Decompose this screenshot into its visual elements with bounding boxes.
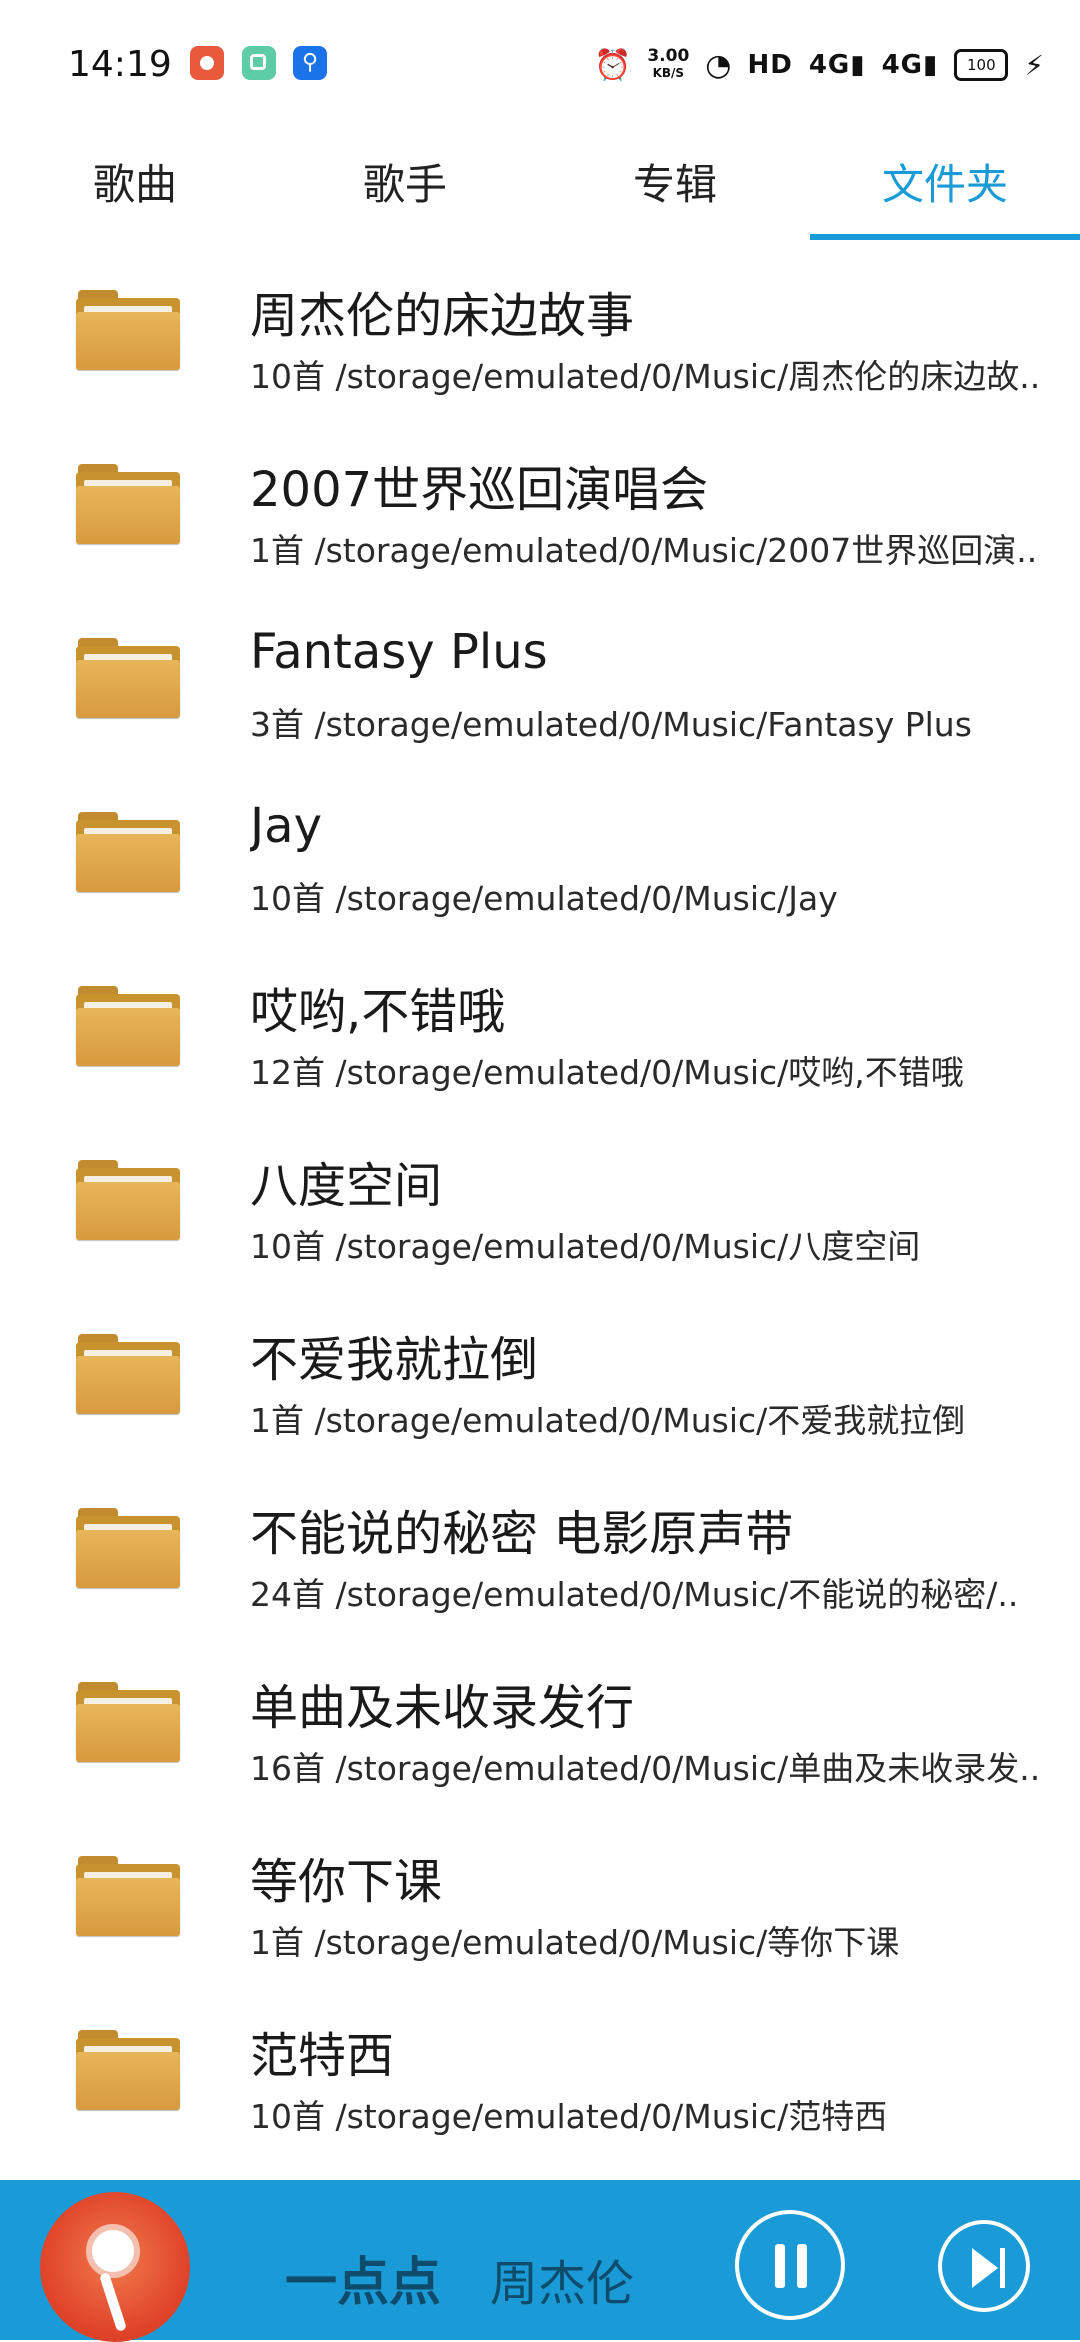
hd-indicator: HD: [747, 50, 793, 80]
folder-row[interactable]: 范特西 10首 /storage/emulated/0/Music/范特西: [0, 1980, 1080, 2154]
tab-bar: 歌曲 歌手 专辑 文件夹: [0, 130, 1080, 240]
folder-info: 1首 /storage/emulated/0/Music/等你下课: [250, 1923, 900, 1962]
folder-name: 八度空间: [250, 1158, 443, 1214]
folder-row[interactable]: 不爱我就拉倒 1首 /storage/emulated/0/Music/不爱我就…: [0, 1284, 1080, 1458]
wifi-icon: ◔: [705, 47, 732, 83]
folder-icon: [76, 638, 180, 718]
folder-icon: [76, 1334, 180, 1414]
folder-row[interactable]: 等你下课 1首 /storage/emulated/0/Music/等你下课: [0, 1806, 1080, 1980]
folder-name: 周杰伦的床边故事: [250, 288, 635, 344]
folder-icon: [76, 464, 180, 544]
clone-app-icon: [242, 46, 276, 80]
folder-name: 2007世界巡回演唱会: [250, 462, 709, 518]
folder-info: 1首 /storage/emulated/0/Music/不爱我就拉倒: [250, 1401, 966, 1440]
folder-info: 16首 /storage/emulated/0/Music/单曲及未收录发..: [250, 1749, 1041, 1788]
folder-row[interactable]: 哎哟,不错哦 12首 /storage/emulated/0/Music/哎哟,…: [0, 936, 1080, 1110]
folder-icon: [76, 1160, 180, 1240]
folder-name: 单曲及未收录发行: [250, 1680, 635, 1736]
mini-player[interactable]: 一点点 周杰伦: [0, 2180, 1080, 2342]
folder-name: Jay: [250, 798, 322, 854]
folder-row[interactable]: 2007世界巡回演唱会 1首 /storage/emulated/0/Music…: [0, 414, 1080, 588]
folder-info: 10首 /storage/emulated/0/Music/周杰伦的床边故..: [250, 357, 1041, 396]
tab-albums[interactable]: 专辑: [540, 150, 810, 230]
status-time: 14:19: [68, 44, 172, 85]
usb-icon: ⚲: [293, 46, 327, 80]
folder-name: 哎哟,不错哦: [250, 984, 506, 1040]
folder-icon: [76, 2030, 180, 2110]
tab-artists[interactable]: 歌手: [270, 150, 540, 230]
network-speed: 3.00 KB/S: [647, 46, 690, 81]
folder-row[interactable]: 不能说的秘密 电影原声带 24首 /storage/emulated/0/Mus…: [0, 1458, 1080, 1632]
signal-icon-1: 4G▮: [808, 50, 866, 80]
status-icons: ⏰ 3.00 KB/S ◔ HD 4G▮ 4G▮ 100 ⚡: [594, 42, 1044, 88]
status-bar: 14:19 ⚲ ⏰ 3.00 KB/S ◔ HD 4G▮ 4G▮ 100 ⚡: [0, 0, 1080, 130]
folder-info: 10首 /storage/emulated/0/Music/范特西: [250, 2097, 888, 2136]
folder-icon: [76, 290, 180, 370]
folder-icon: [76, 1682, 180, 1762]
folder-row[interactable]: 周杰伦的床边故事 10首 /storage/emulated/0/Music/周…: [0, 240, 1080, 414]
folder-list: 周杰伦的床边故事 10首 /storage/emulated/0/Music/周…: [0, 240, 1080, 2154]
tab-folders[interactable]: 文件夹: [810, 150, 1080, 230]
recorder-app-icon: [190, 46, 224, 80]
folder-name: Fantasy Plus: [250, 624, 548, 680]
folder-info: 12首 /storage/emulated/0/Music/哎哟,不错哦: [250, 1053, 964, 1092]
tab-songs[interactable]: 歌曲: [0, 150, 270, 230]
now-playing-title[interactable]: 一点点: [285, 2240, 441, 2315]
next-icon: [972, 2248, 998, 2288]
pause-button[interactable]: [735, 2210, 845, 2320]
folder-row[interactable]: Fantasy Plus 3首 /storage/emulated/0/Musi…: [0, 588, 1080, 762]
folder-icon: [76, 1508, 180, 1588]
battery-icon: 100: [954, 49, 1009, 81]
signal-icon-2: 4G▮: [881, 50, 939, 80]
folder-info: 1首 /storage/emulated/0/Music/2007世界巡回演..: [250, 531, 1038, 570]
charging-icon: ⚡: [1024, 48, 1044, 82]
folder-name: 等你下课: [250, 1854, 443, 1910]
folder-row[interactable]: 八度空间 10首 /storage/emulated/0/Music/八度空间: [0, 1110, 1080, 1284]
folder-name: 范特西: [250, 2028, 395, 2084]
folder-info: 3首 /storage/emulated/0/Music/Fantasy Plu…: [250, 705, 972, 744]
folder-info: 24首 /storage/emulated/0/Music/不能说的秘密/..: [250, 1575, 1019, 1614]
folder-name: 不能说的秘密 电影原声带: [250, 1506, 794, 1562]
alarm-icon: ⏰: [593, 47, 632, 83]
folder-icon: [76, 986, 180, 1066]
folder-icon: [76, 812, 180, 892]
next-track-button[interactable]: [938, 2220, 1030, 2312]
folder-info: 10首 /storage/emulated/0/Music/八度空间: [250, 1227, 921, 1266]
now-playing-artist[interactable]: 周杰伦: [490, 2244, 634, 2314]
album-art-icon[interactable]: [40, 2192, 190, 2342]
folder-icon: [76, 1856, 180, 1936]
folder-info: 10首 /storage/emulated/0/Music/Jay: [250, 879, 838, 918]
folder-name: 不爱我就拉倒: [250, 1332, 539, 1388]
folder-row[interactable]: Jay 10首 /storage/emulated/0/Music/Jay: [0, 762, 1080, 936]
folder-row[interactable]: 单曲及未收录发行 16首 /storage/emulated/0/Music/单…: [0, 1632, 1080, 1806]
